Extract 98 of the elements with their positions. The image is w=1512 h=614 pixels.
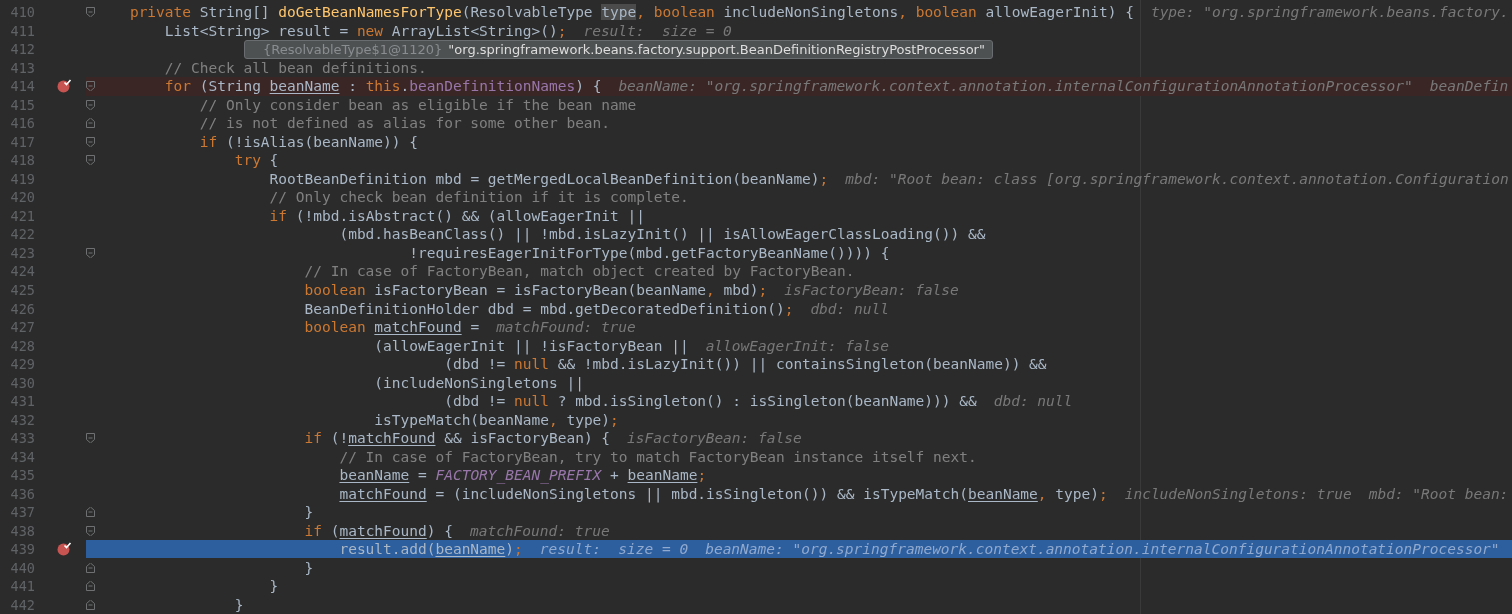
line-number: 434 (9, 448, 35, 465)
fold-marker-icon[interactable] (86, 507, 95, 518)
line-number: 441 (9, 578, 35, 595)
line-number: 410 (9, 4, 35, 21)
breakpoint-icon[interactable] (57, 79, 72, 94)
code-line: } (304, 559, 314, 576)
line-number: 440 (9, 559, 35, 576)
inline-value-hint: isFactoryBean: false (627, 430, 802, 447)
line-number: 435 (9, 467, 35, 484)
inline-value-hint: result: size = 0 (539, 541, 689, 558)
code-line: (dbd != null && !mbd.isLazyInit()) || containsSingleton(beanName)) && (444, 356, 1047, 373)
inline-value-hint: dbd: null (993, 393, 1073, 410)
code-line: // In case of FactoryBean, match object created by FactoryBean. (304, 263, 855, 280)
line-number: 437 (9, 504, 35, 521)
inline-value-hint: mbd: "Root bean: (1368, 485, 1509, 502)
code-line: if (!matchFound && isFactoryBean) { (304, 430, 611, 447)
line-number: 414 (9, 78, 35, 95)
line-number: 423 (9, 244, 35, 261)
line-number: 427 (9, 319, 35, 335)
code-line: if (!mbd.isAbstract() && (allowEagerInit || (269, 207, 645, 224)
line-number: 420 (9, 189, 35, 206)
inline-value-hint: includeNonSingletons: true (1124, 485, 1352, 502)
code-line: // Check all bean definitions. (164, 59, 427, 76)
code-line: private String[] doGetBeanNamesForType(ResolvableType type, boolean includeNonSingletons, boolean allowEagerInit) { (129, 4, 1134, 21)
code-line: // In case of FactoryBean, try to match FactoryBean instance itself next. (339, 448, 977, 465)
inline-value-hint: isFactoryBean: false (784, 282, 959, 298)
code-line: (mbd.hasBeanClass() || !mbd.isLazyInit() || isAllowEagerClassLoading()) && (339, 226, 986, 243)
fold-marker-icon[interactable] (86, 81, 95, 92)
code-line: try { (234, 152, 279, 169)
breakpoint-icon[interactable] (57, 542, 72, 557)
fold-marker-icon[interactable] (86, 562, 95, 573)
code-line: RootBeanDefinition mbd = getMergedLocalBeanDefinition(beanName); (269, 170, 829, 187)
line-number: 428 (9, 337, 35, 354)
line-number: 418 (9, 152, 35, 169)
code-line: BeanDefinitionHolder dbd = mbd.getDecoratedDefinition(); (304, 300, 794, 317)
line-number: 426 (9, 300, 35, 317)
line-number: 430 (9, 374, 35, 391)
line-number: 424 (9, 263, 35, 280)
code-line: // Only check bean definition if it is complete. (269, 189, 689, 206)
code-line: result.add(beanName); (339, 541, 523, 558)
fold-marker-icon[interactable] (86, 99, 95, 110)
fold-marker-icon[interactable] (86, 247, 95, 258)
line-number: 416 (9, 115, 35, 132)
fold-marker-icon[interactable] (86, 433, 95, 444)
line-number: 417 (9, 133, 35, 150)
fold-marker-icon[interactable] (86, 155, 95, 166)
line-number: 439 (9, 541, 35, 558)
fold-marker-icon[interactable] (86, 136, 95, 147)
code-line: (dbd != null ? mbd.isSingleton() : isSingleton(beanName))) && (444, 393, 977, 410)
line-number: 432 (9, 411, 35, 428)
line-number: 415 (9, 96, 35, 113)
line-number: 413 (9, 59, 35, 76)
line-number: 411 (9, 22, 35, 39)
inline-value-hint: matchFound: true (469, 522, 610, 539)
fold-marker-icon[interactable] (86, 118, 95, 129)
code-line: // is not defined as alias for some other bean. (199, 115, 611, 132)
code-line: beanName = FACTORY_BEAN_PREFIX + beanName; (339, 467, 707, 484)
code-line: !requiresEagerInitForType(mbd.getFactoryBeanName()))) { (409, 244, 890, 261)
object-value: "org.springframework.beans.factory.support.BeanDefinitionRegistryPostProcessor" (448, 42, 985, 57)
inline-value-hint: dbd: null (810, 300, 889, 317)
fold-marker-icon[interactable] (86, 525, 95, 536)
inline-value-hint: beanDefin (1429, 78, 1509, 95)
inline-value-hint: allowEagerInit: false (705, 337, 889, 354)
fold-marker-icon[interactable] (86, 581, 95, 592)
line-number: 419 (9, 170, 35, 187)
inline-value-hint: type: "org.springframework.beans.factory. (1150, 4, 1509, 21)
code-line: } (269, 578, 279, 595)
line-number: 433 (9, 430, 35, 447)
code-line: (includeNonSingletons || (374, 374, 584, 391)
line-number: 422 (9, 226, 35, 243)
line-number: 436 (9, 485, 35, 502)
inline-value-hint: mbd: "Root bean: class [org.springframework.context.annotation.Configuration (845, 170, 1509, 187)
fold-marker-icon[interactable] (86, 7, 95, 18)
line-number: 442 (9, 596, 35, 613)
code-line: } (304, 504, 314, 521)
code-line: List<String> result = new ArrayList<String>(); (164, 22, 567, 39)
code-line: matchFound = (includeNonSingletons || mbd.isSingleton()) && isTypeMatch(beanName, type); (339, 485, 1108, 502)
code-line: (allowEagerInit || !isFactoryBean || (374, 337, 689, 354)
code-line: boolean matchFound = (304, 319, 480, 335)
line-number: 412 (9, 41, 35, 58)
line-number: 421 (9, 207, 35, 224)
line-number: 438 (9, 522, 35, 539)
inline-value-hint: matchFound: true (496, 319, 636, 335)
object-id: {ResolvableType$1@1120} (263, 42, 443, 57)
inline-value-hint: beanName: "org.springframework.context.annotation.internalConfigurationAnnotationProcessor" (705, 541, 1500, 558)
code-line: if (matchFound) { (304, 522, 453, 539)
code-line: for (String beanName : this.beanDefinitionNames) { (164, 78, 602, 95)
fold-marker-icon[interactable] (86, 599, 95, 610)
line-number: 425 (9, 282, 35, 298)
line-number: 429 (9, 356, 35, 373)
code-line: boolean isFactoryBean = isFactoryBean(beanName, mbd); (304, 282, 768, 298)
code-line: } (234, 596, 244, 613)
code-line: if (!isAlias(beanName)) { (199, 133, 418, 150)
line-number: 431 (9, 393, 35, 410)
code-line: isTypeMatch(beanName, type); (374, 411, 619, 428)
inline-value-hint: beanName: "org.springframework.context.annotation.internalConfigurationAnnotationProcessor" (618, 78, 1413, 95)
code-line: // Only consider bean as eligible if the bean name (199, 96, 637, 113)
inline-value-hint: result: size = 0 (583, 22, 732, 39)
